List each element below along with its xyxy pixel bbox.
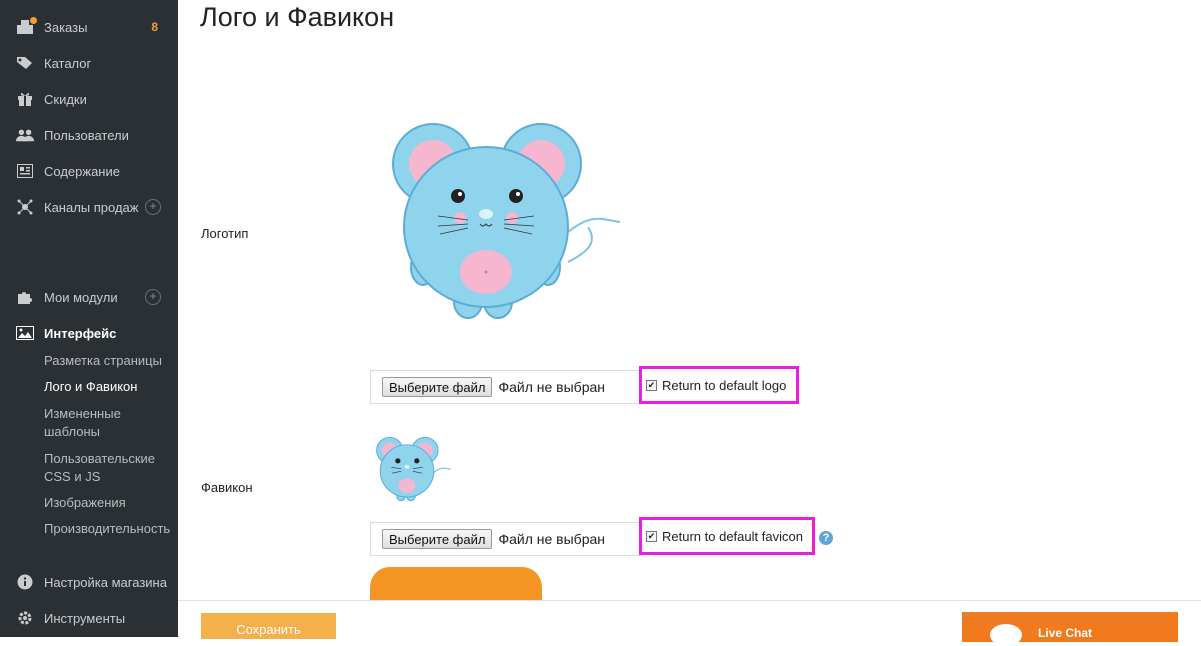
tag-icon xyxy=(16,54,34,72)
sidebar-item-label: Каналы продаж xyxy=(44,199,139,215)
notification-dot xyxy=(30,17,37,24)
sidebar-item-label: Инструменты xyxy=(44,610,126,626)
live-chat-label: Live Chat xyxy=(1038,626,1093,640)
return-default-favicon-label: Return to default favicon xyxy=(662,528,803,544)
main-content: Лого и Фавикон Логотип Выберите файл Фай… xyxy=(178,0,1201,607)
help-icon[interactable]: ? xyxy=(819,531,833,545)
network-icon xyxy=(16,198,34,216)
logo-file-status: Файл не выбран xyxy=(498,379,606,395)
sidebar-subitem-templates[interactable]: Измененные шаблоны xyxy=(44,405,144,441)
gift-icon xyxy=(16,90,34,108)
sidebar-item-store-settings[interactable]: Настройка магазина xyxy=(0,570,178,594)
users-icon xyxy=(16,126,34,144)
return-default-logo-highlight[interactable]: ✔ Return to default logo xyxy=(639,366,799,404)
sidebar-subitem-layout[interactable]: Разметка страницы xyxy=(44,352,174,370)
sidebar-item-modules[interactable]: Мои модули + xyxy=(0,285,178,309)
sidebar-item-channels[interactable]: Каналы продаж + xyxy=(0,195,178,219)
favicon-label: Фавикон xyxy=(201,480,253,495)
favicon-image xyxy=(376,436,451,502)
logo-file-picker[interactable]: Выберите файл Файл не выбран xyxy=(370,370,642,404)
sidebar-item-label: Пользователи xyxy=(44,127,129,143)
gear-icon xyxy=(16,609,34,627)
chat-bubble-icon xyxy=(990,624,1022,646)
sidebar-item-catalog[interactable]: Каталог xyxy=(0,51,178,75)
live-chat-button[interactable]: Live Chat xyxy=(962,612,1178,646)
add-module-button[interactable]: + xyxy=(145,289,161,305)
sidebar-subitem-css[interactable]: Пользовательские CSS и JS xyxy=(44,450,162,486)
page-title: Лого и Фавикон xyxy=(200,2,395,32)
add-channel-button[interactable]: + xyxy=(145,199,161,215)
save-button[interactable]: Сохранить xyxy=(201,613,336,639)
sidebar-item-label: Каталог xyxy=(44,55,92,71)
sidebar-item-label: Заказы xyxy=(44,19,88,35)
favicon-file-status: Файл не выбран xyxy=(498,531,606,547)
sidebar-item-orders[interactable]: Заказы 8 xyxy=(0,15,178,39)
sidebar-item-label: Интерфейс xyxy=(44,325,117,341)
logo-choose-file-button[interactable]: Выберите файл xyxy=(382,377,493,397)
sidebar: Заказы 8 Каталог Скидки Пользователи Сод… xyxy=(0,0,178,637)
sidebar-item-content[interactable]: Содержание xyxy=(0,159,178,183)
return-default-logo-checkbox[interactable]: ✔ xyxy=(646,379,657,391)
puzzle-icon xyxy=(16,288,34,306)
sidebar-item-users[interactable]: Пользователи xyxy=(0,123,178,147)
return-default-favicon-checkbox[interactable]: ✔ xyxy=(646,530,657,542)
orders-count-badge: 8 xyxy=(151,20,158,34)
sidebar-item-tools[interactable]: Инструменты xyxy=(0,606,178,630)
sidebar-item-label: Содержание xyxy=(44,163,120,179)
return-default-logo-label: Return to default logo xyxy=(662,377,787,393)
sidebar-subitem-images[interactable]: Изображения xyxy=(44,494,174,512)
sidebar-subitem-performance[interactable]: Производительность xyxy=(44,520,174,538)
sidebar-item-discounts[interactable]: Скидки xyxy=(0,87,178,111)
footer-bar: Сохранить Live Chat xyxy=(178,600,1201,646)
sidebar-item-interface[interactable]: Интерфейс xyxy=(0,321,178,345)
sidebar-item-label: Мои модули xyxy=(44,289,118,305)
image-icon xyxy=(16,324,34,342)
content-icon xyxy=(16,162,34,180)
favicon-choose-file-button[interactable]: Выберите файл xyxy=(382,529,493,549)
logo-image xyxy=(392,123,621,319)
return-default-favicon-highlight[interactable]: ✔ Return to default favicon xyxy=(639,517,815,555)
sidebar-item-label: Настройка магазина xyxy=(44,574,167,590)
info-icon xyxy=(16,573,34,591)
logo-label: Логотип xyxy=(201,226,249,241)
sidebar-subitem-logo[interactable]: Лого и Фавикон xyxy=(44,378,174,396)
favicon-file-picker[interactable]: Выберите файл Файл не выбран xyxy=(370,522,642,556)
sidebar-item-label: Скидки xyxy=(44,91,87,107)
